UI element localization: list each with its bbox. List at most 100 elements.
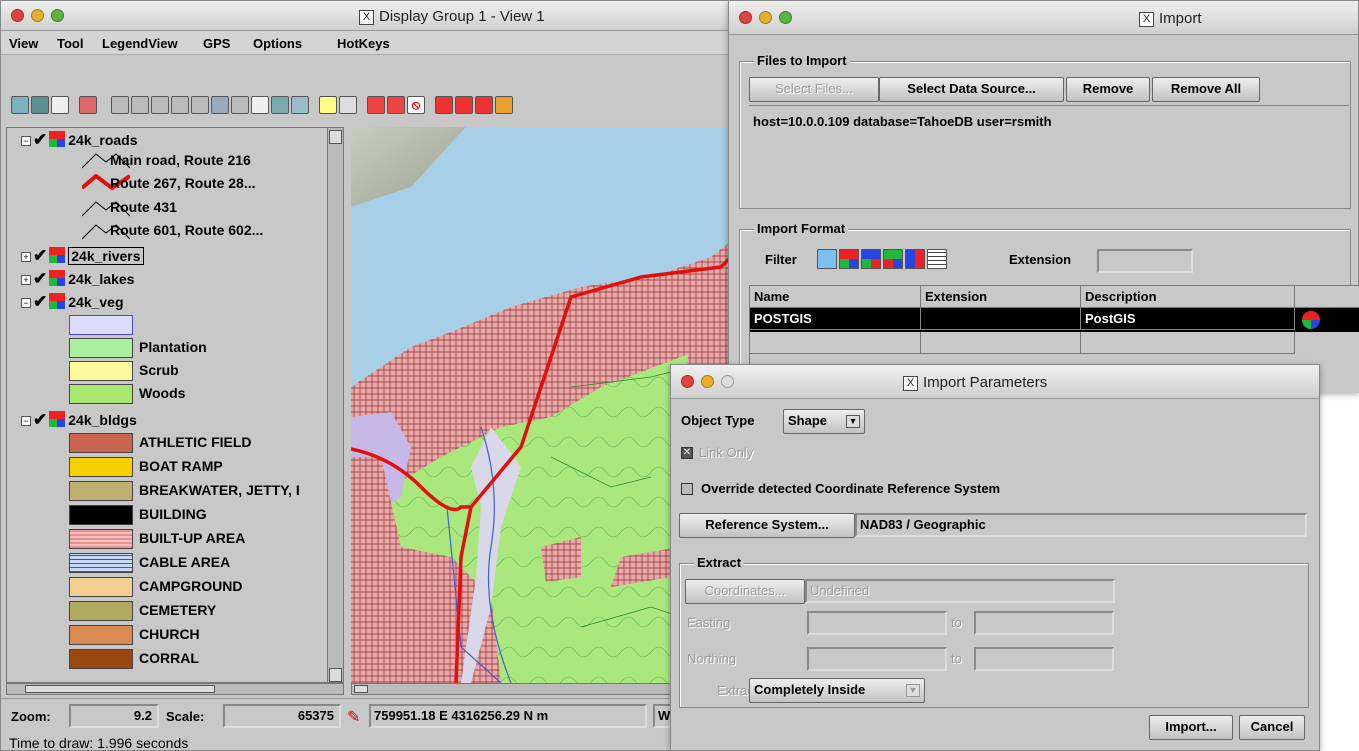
northing-min-field[interactable] [807, 647, 947, 671]
coordinates-field: Undefined [805, 579, 1115, 603]
object-type-select[interactable]: Shape ▼ [783, 409, 865, 434]
override-label: Override detected Coordinate Reference S… [701, 481, 1001, 496]
legend-bldg-cable: CABLE AREA [139, 554, 231, 570]
legend-road-main: Main road, Route 216 [110, 152, 251, 168]
coordinates-button[interactable]: Coordinates... [685, 579, 805, 604]
time-to-draw: Time to draw: 1.996 seconds [9, 735, 189, 751]
redraw-icon[interactable] [11, 96, 29, 114]
northing-to-label: to [951, 651, 962, 666]
zoom-one-icon[interactable] [251, 96, 269, 114]
filter-all-icon[interactable] [817, 249, 837, 269]
scale-field[interactable]: 65375 [223, 704, 341, 728]
cancel-button[interactable]: Cancel [1239, 715, 1305, 740]
redraw-all-icon[interactable] [31, 96, 49, 114]
easting-max-field[interactable] [974, 611, 1114, 635]
menu-gps[interactable]: GPS [203, 36, 230, 51]
center-icon[interactable] [231, 96, 249, 114]
layer-24k-veg[interactable]: − ✔ 24k_veg [21, 292, 124, 312]
zoom-out-icon[interactable] [171, 96, 189, 114]
col-icon-header[interactable] [1295, 286, 1359, 308]
filter-shape-icon[interactable] [905, 249, 925, 269]
col-extension-header[interactable]: Extension [921, 286, 1081, 308]
minimize-icon[interactable] [31, 9, 44, 22]
scroll-left-icon[interactable] [354, 685, 368, 693]
zoom-icon[interactable] [779, 11, 792, 24]
x11-icon: X [359, 10, 374, 25]
menu-legendview[interactable]: LegendView [102, 36, 178, 51]
override-checkbox[interactable] [681, 483, 693, 495]
extract-select[interactable]: Completely Inside ▼ [749, 678, 925, 703]
table-row-selected[interactable]: POSTGIS PostGIS [750, 308, 1359, 332]
easting-min-field[interactable] [807, 611, 947, 635]
select-icon[interactable] [495, 96, 513, 114]
status-bar: Zoom: 9.2 Scale: 65375 ✎ 759951.18 E 431… [1, 698, 761, 732]
file-list[interactable]: host=10.0.0.109 database=TahoeDB user=rs… [749, 105, 1349, 205]
full-view-icon[interactable] [51, 96, 69, 114]
legend-bldg-breakwater: BREAKWATER, JETTY, I [139, 482, 300, 498]
select-data-source-button[interactable]: Select Data Source... [879, 77, 1064, 102]
pointer-icon[interactable] [475, 96, 493, 114]
close-icon[interactable] [11, 9, 24, 22]
import-button[interactable]: Import... [1149, 715, 1233, 740]
scale-one-icon[interactable] [319, 96, 337, 114]
target-icon[interactable] [455, 96, 473, 114]
extension-field[interactable] [1097, 249, 1193, 273]
layer-24k-bldgs[interactable]: − ✔ 24k_bldgs [21, 410, 137, 430]
layer-panel: − ✔ 24k_roads Main road, Route 216 Route 2… [6, 127, 344, 683]
next-view-icon[interactable] [387, 96, 405, 114]
select-files-button[interactable]: Select Files... [749, 77, 879, 102]
layer-panel-hscroll[interactable] [6, 683, 344, 695]
zoom-icon[interactable] [51, 9, 64, 22]
refresh-icon[interactable] [271, 96, 289, 114]
remove-all-button[interactable]: Remove All [1152, 77, 1260, 102]
files-to-import-label: Files to Import [754, 53, 850, 68]
close-icon[interactable] [739, 11, 752, 24]
menu-view[interactable]: View [9, 36, 38, 51]
close-icon[interactable] [681, 375, 694, 388]
col-name-header[interactable]: Name [750, 286, 921, 308]
legend-road-route601: Route 601, Route 602... [110, 222, 264, 238]
layer-24k-roads[interactable]: − ✔ 24k_roads [21, 130, 138, 150]
northing-label: Northing [687, 651, 737, 666]
map-vscroll-left[interactable] [328, 127, 344, 683]
zoom-label: Zoom: [11, 709, 51, 724]
filter-raster-icon[interactable] [839, 249, 859, 269]
col-description-header[interactable]: Description [1081, 286, 1295, 308]
pan-icon[interactable] [111, 96, 129, 114]
filter-cad-icon[interactable] [883, 249, 903, 269]
menu-options[interactable]: Options [253, 36, 302, 51]
veg-swatch-unnamed [69, 315, 133, 335]
minimize-icon[interactable] [701, 375, 714, 388]
link-only-checkbox[interactable]: ✕ [681, 447, 693, 459]
file-list-item[interactable]: host=10.0.0.109 database=TahoeDB user=rs… [753, 114, 1052, 129]
minimize-icon[interactable] [759, 11, 772, 24]
layer-24k-lakes[interactable]: + ✔ 24k_lakes [21, 269, 134, 289]
bldg-swatch-breakwater [69, 481, 133, 501]
previous-view-icon[interactable] [367, 96, 385, 114]
northing-max-field[interactable] [974, 647, 1114, 671]
add-layer-icon[interactable] [79, 96, 97, 114]
zoom-box-icon[interactable] [131, 96, 149, 114]
menu-tool[interactable]: Tool [57, 36, 83, 51]
zoom-red-icon[interactable] [435, 96, 453, 114]
menu-hotkeys[interactable]: HotKeys [337, 36, 390, 51]
stop-icon[interactable]: ⦸ [407, 96, 425, 114]
reference-system-button[interactable]: Reference System... [679, 513, 855, 538]
gps-icon[interactable]: ✎ [347, 707, 365, 726]
scale-label: Scale: [166, 709, 205, 724]
coordinates-field: 759951.18 E 4316256.29 N m [369, 704, 647, 728]
zoom-field[interactable]: 9.2 [69, 704, 159, 728]
zoom-in-icon[interactable] [151, 96, 169, 114]
params-titlebar: X Import Parameters [671, 365, 1319, 399]
snapshot-icon[interactable] [291, 96, 309, 114]
legend-bldg-campground: CAMPGROUND [139, 578, 243, 594]
extension-label: Extension [1009, 252, 1072, 267]
x11-icon: X [1139, 12, 1154, 27]
zoom-full-icon[interactable] [191, 96, 209, 114]
zoom-layer-icon[interactable] [211, 96, 229, 114]
remove-button[interactable]: Remove [1066, 77, 1150, 102]
measure-icon[interactable] [339, 96, 357, 114]
filter-vector-icon[interactable] [861, 249, 881, 269]
filter-table-icon[interactable] [927, 249, 947, 269]
layer-24k-rivers[interactable]: + ✔ 24k_rivers [21, 246, 144, 266]
